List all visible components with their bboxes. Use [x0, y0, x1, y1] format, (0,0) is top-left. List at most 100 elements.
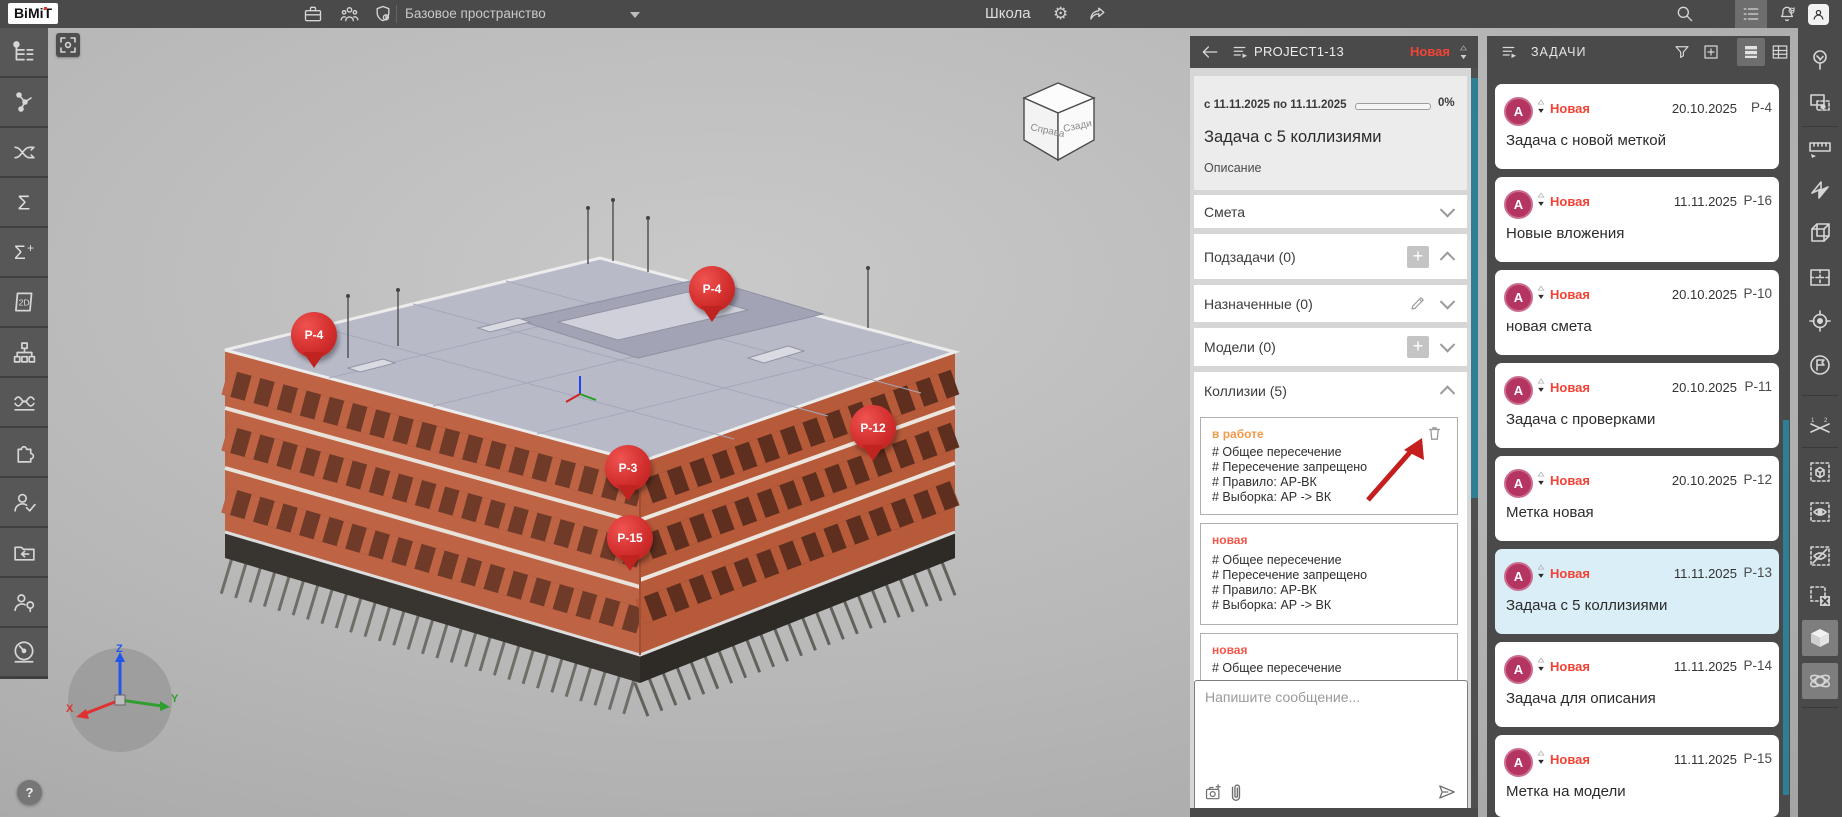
priority-icon [1537, 378, 1545, 393]
tool-structure[interactable] [0, 328, 48, 376]
table-view-button[interactable] [1767, 40, 1793, 64]
detail-scrollbar[interactable] [1471, 68, 1478, 808]
tool-model-tree[interactable] [0, 28, 48, 76]
tool-clear-selection[interactable] [1798, 576, 1842, 616]
collision-card[interactable]: новая # Общее пересечение # Пересечение … [1200, 523, 1458, 625]
tool-plugins[interactable] [0, 428, 48, 476]
briefcase-button[interactable] [300, 2, 326, 26]
tool-hide-selection[interactable] [1798, 536, 1842, 576]
scrollbar-thumb[interactable] [1783, 420, 1789, 795]
tool-trends[interactable] [0, 378, 48, 426]
tool-sheet-2d[interactable]: 2D [0, 278, 48, 326]
tool-orbit-view[interactable] [1802, 663, 1838, 699]
avatar[interactable]: A [1504, 469, 1533, 498]
task-list-icon[interactable] [1232, 44, 1250, 60]
avatar[interactable]: A [1504, 97, 1533, 126]
map-pin[interactable]: P-12 [850, 405, 896, 451]
help-button[interactable]: ? [17, 780, 42, 805]
task-card[interactable]: A Новая 20.10.2025 P-12 Метка новая [1495, 456, 1779, 541]
paperclip-icon[interactable] [1229, 783, 1243, 802]
team-button[interactable] [336, 2, 362, 26]
avatar[interactable]: A [1504, 376, 1533, 405]
list-view-button[interactable] [1737, 38, 1765, 66]
chevron-down-icon[interactable] [1440, 202, 1456, 218]
tool-floor-plan[interactable] [1798, 257, 1842, 297]
detail-status-badge[interactable]: Новая [1410, 36, 1450, 68]
settings-button[interactable]: ⚙ [1053, 0, 1068, 28]
workspace-selector[interactable]: Базовое пространство [405, 0, 546, 28]
chevron-up-icon[interactable] [1440, 251, 1456, 267]
filter-button[interactable] [1669, 40, 1695, 64]
task-card-selected[interactable]: A Новая 11.11.2025 P-13 Задача с 5 колли… [1495, 549, 1779, 634]
avatar[interactable]: A [1504, 655, 1533, 684]
security-button[interactable] [370, 2, 396, 26]
tool-user-check[interactable] [0, 478, 48, 526]
description-label[interactable]: Описание [1204, 161, 1262, 175]
tool-sum[interactable]: Σ [0, 178, 48, 226]
tasks-view-button[interactable] [1735, 0, 1767, 28]
tool-selection-frames[interactable] [1798, 83, 1842, 123]
task-card[interactable]: A Новая 20.10.2025 P-11 Задача с проверк… [1495, 363, 1779, 448]
tool-environment[interactable] [1798, 40, 1842, 80]
account-button[interactable] [1808, 4, 1829, 25]
task-card[interactable]: A Новая 11.11.2025 P-14 Задача для описа… [1495, 642, 1779, 727]
toolbar-separator [1802, 126, 1838, 127]
section-models[interactable]: Модели (0) + [1194, 328, 1467, 366]
tasks-scrollbar[interactable] [1783, 68, 1789, 817]
tool-clash[interactable] [1798, 170, 1842, 210]
chevron-down-icon[interactable] [630, 12, 640, 23]
section-estimate[interactable]: Смета [1194, 195, 1467, 228]
map-pin[interactable]: P-15 [607, 515, 653, 561]
priority-icon[interactable] [1459, 45, 1468, 60]
add-subtask-button[interactable]: + [1407, 246, 1429, 268]
task-card[interactable]: A Новая 20.10.2025 P-10 новая смета [1495, 270, 1779, 355]
tool-relations[interactable] [0, 78, 48, 126]
back-icon[interactable] [1200, 43, 1220, 61]
scrollbar-thumb[interactable] [1471, 78, 1478, 498]
search-button[interactable] [1672, 2, 1698, 26]
avatar[interactable]: A [1504, 190, 1533, 219]
chevron-down-icon[interactable] [1440, 337, 1456, 353]
tool-flag[interactable] [1798, 345, 1842, 385]
map-pin[interactable]: P-4 [689, 266, 735, 312]
tool-select-cube[interactable] [1798, 452, 1842, 492]
tool-section-box[interactable] [1798, 213, 1842, 253]
map-pin[interactable]: P-4 [291, 312, 337, 358]
map-pin[interactable]: P-3 [605, 445, 651, 491]
section-subtasks[interactable]: Подзадачи (0) + [1194, 234, 1467, 279]
avatar[interactable]: A [1504, 562, 1533, 591]
pencil-icon[interactable] [1409, 294, 1427, 312]
task-card[interactable]: A Новая 20.10.2025 P-4 Задача с новой ме… [1495, 84, 1779, 169]
task-list-icon[interactable] [1501, 44, 1519, 60]
tool-sum-add[interactable]: Σ + [0, 228, 48, 276]
chevron-up-icon[interactable] [1440, 385, 1456, 401]
task-card[interactable]: A Новая 11.11.2025 P-15 Метка на модели [1495, 735, 1779, 817]
tool-user-location[interactable] [0, 578, 48, 626]
task-card[interactable]: A Новая 11.11.2025 P-16 Новые вложения [1495, 177, 1779, 262]
send-icon[interactable] [1437, 784, 1457, 800]
notifications-button[interactable] [1774, 2, 1800, 26]
camera-icon[interactable] [1204, 784, 1223, 801]
section-collisions[interactable]: Коллизии (5) [1194, 372, 1467, 410]
focus-model-button[interactable] [56, 33, 80, 57]
app-logo[interactable]: BiMiT [8, 3, 58, 24]
section-assignees[interactable]: Назначенные (0) [1194, 285, 1467, 322]
tool-axes[interactable]: 12 [1798, 408, 1842, 448]
avatar[interactable]: A [1504, 748, 1533, 777]
share-button[interactable] [1085, 2, 1111, 26]
axis-gizmo[interactable]: Z X Y [60, 640, 180, 760]
avatar[interactable]: A [1504, 283, 1533, 312]
tool-compare[interactable] [0, 128, 48, 176]
add-model-button[interactable]: + [1407, 336, 1429, 358]
tool-locate[interactable] [1798, 301, 1842, 341]
chevron-down-icon[interactable] [1440, 294, 1456, 310]
tool-dashboard[interactable] [0, 628, 48, 676]
view-cube[interactable]: Справа Сзади [1008, 74, 1108, 170]
tool-show-selection[interactable] [1798, 492, 1842, 532]
add-task-button[interactable] [1698, 40, 1724, 64]
search-icon [1675, 4, 1695, 24]
message-input[interactable] [1203, 687, 1457, 775]
tool-ruler[interactable] [1798, 128, 1842, 168]
tool-folder-export[interactable] [0, 528, 48, 576]
tool-shaded-view[interactable] [1802, 620, 1838, 656]
